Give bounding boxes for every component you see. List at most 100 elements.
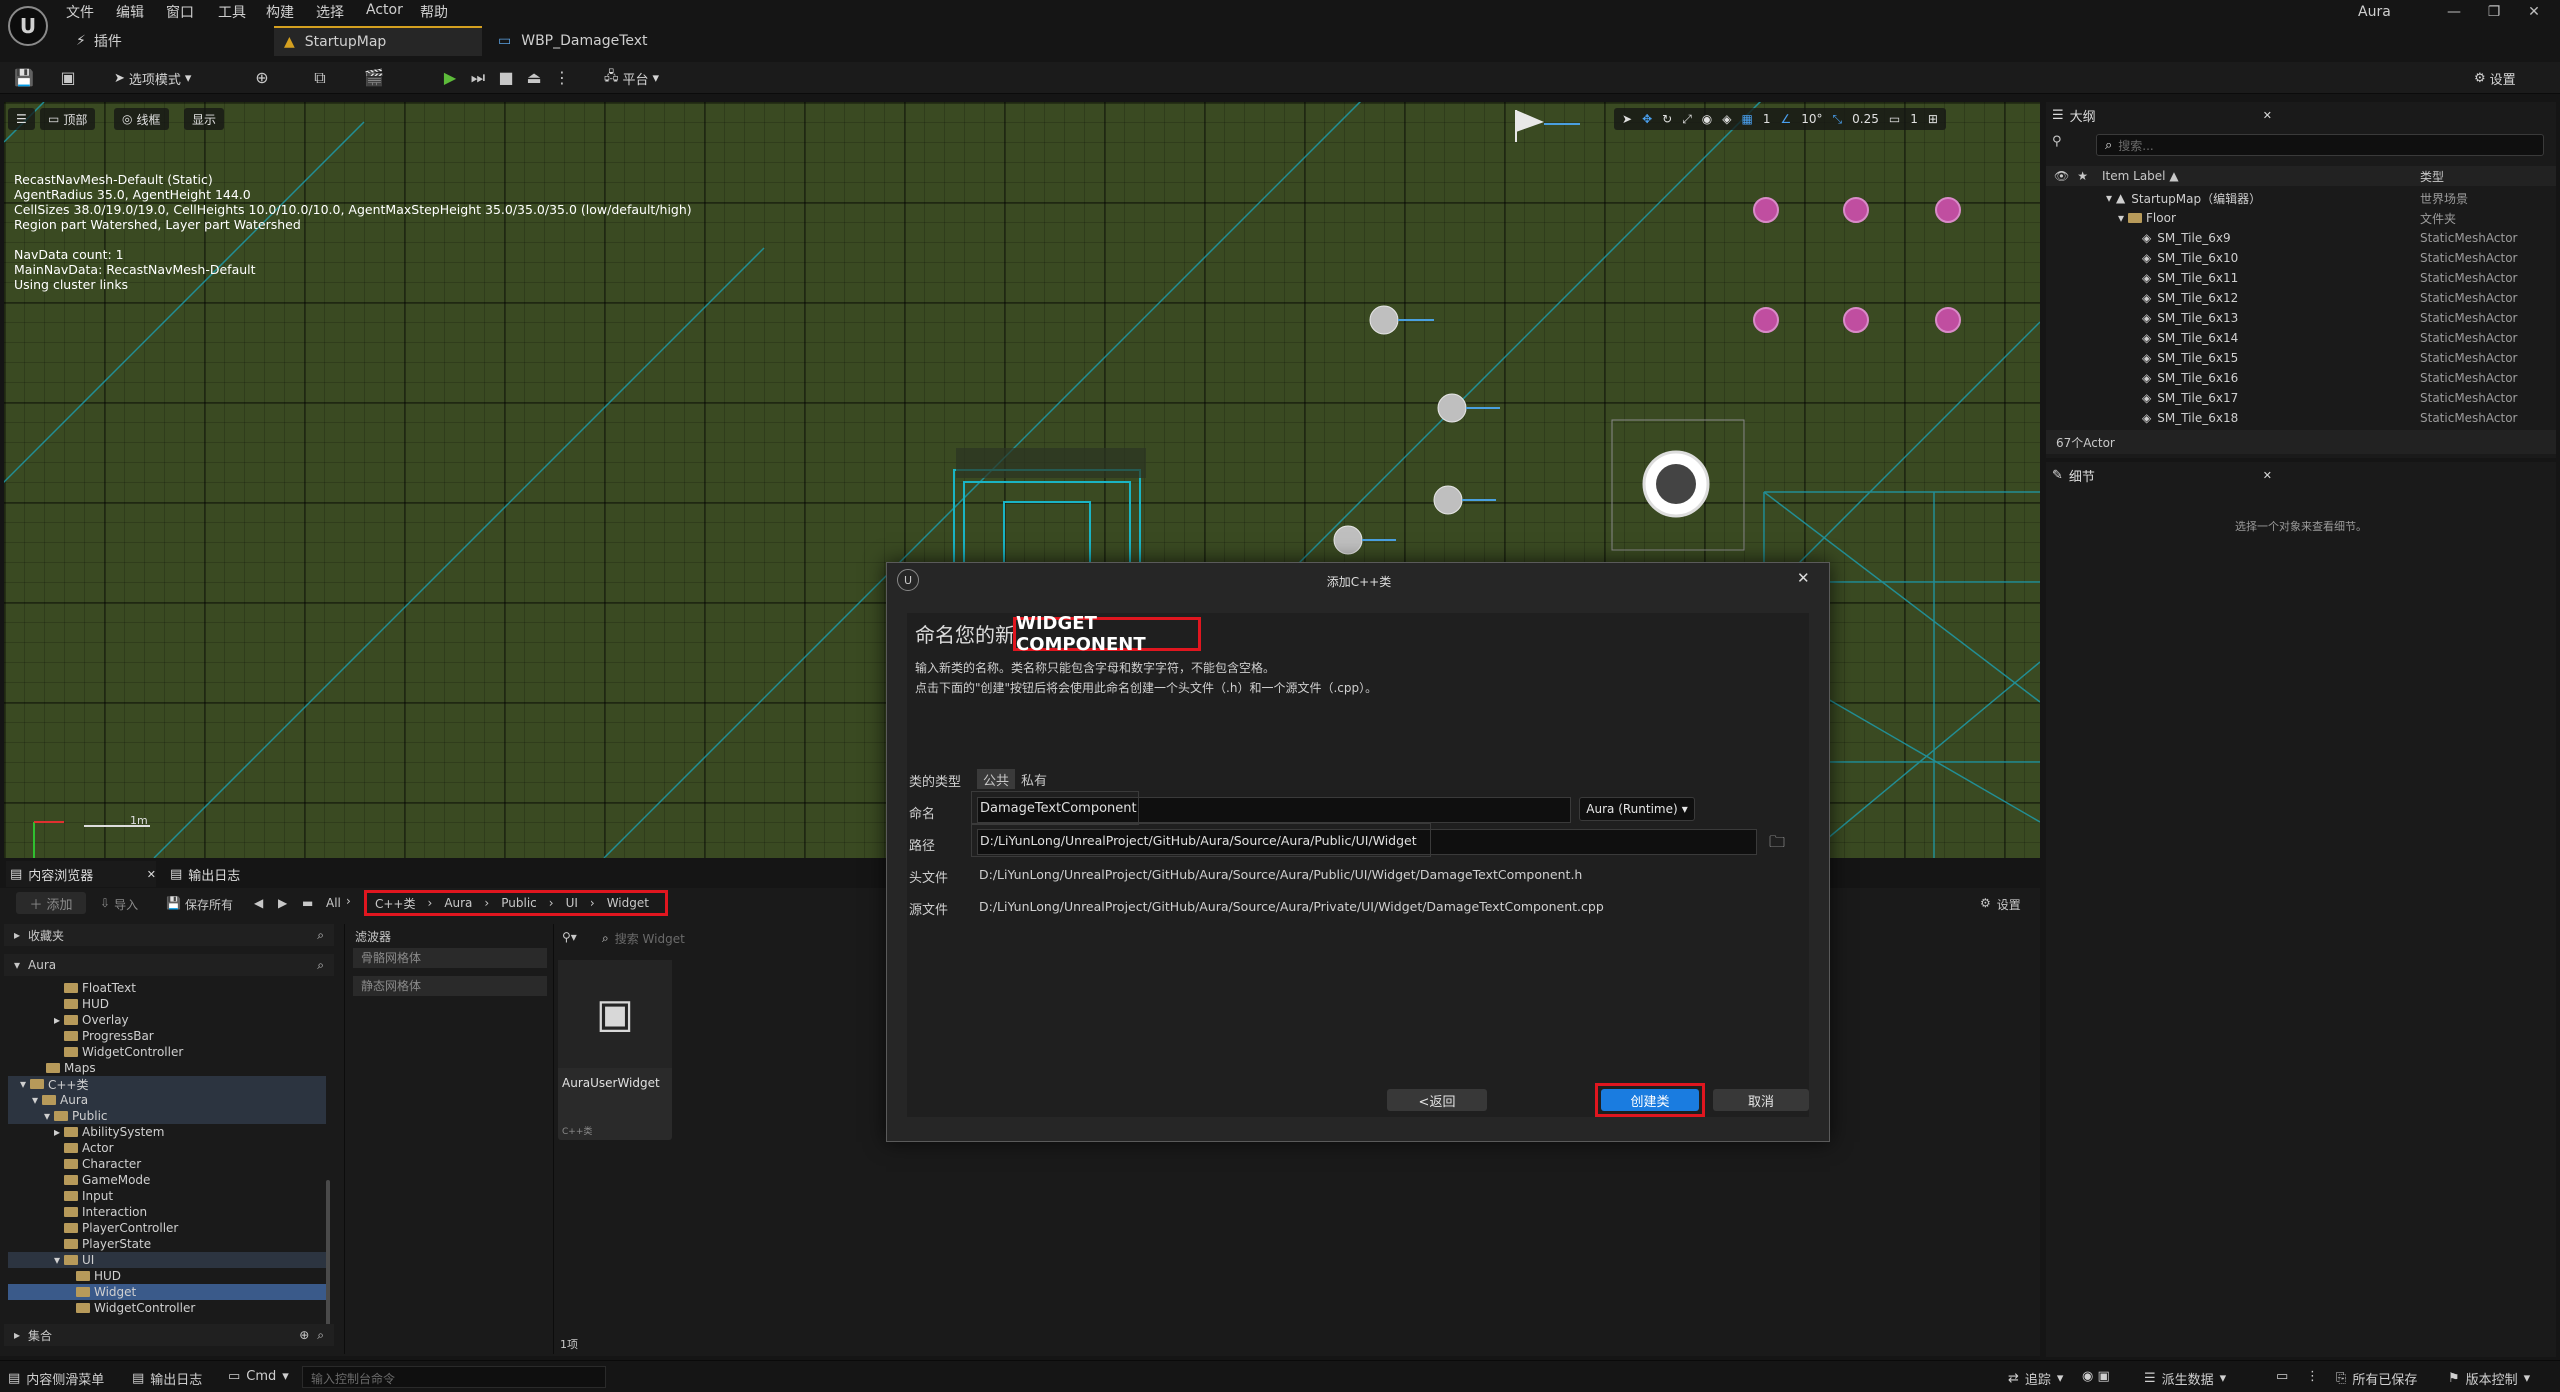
grid-snap-value[interactable]: 1 (1763, 112, 1771, 126)
outliner-search-input[interactable]: ⌕ 搜索... (2096, 134, 2544, 156)
tree-folder[interactable]: FloatText (8, 980, 326, 996)
search-icon[interactable]: ⌕ (317, 1328, 324, 1343)
rotation-snap-icon[interactable]: ∠ (1781, 112, 1792, 126)
outliner-row[interactable]: ◈ SM_Tile_6x9 StaticMeshActor (2046, 228, 2556, 248)
col-type[interactable]: 类型 (2420, 168, 2444, 185)
tree-folder[interactable]: ProgressBar (8, 1028, 326, 1044)
camera-speed-value[interactable]: 1 (1910, 112, 1918, 126)
menu-window[interactable]: 窗口 (166, 2, 194, 22)
world-icon[interactable]: ◉ (1702, 112, 1712, 126)
tab-plugin[interactable]: ⚡ 插件 (66, 26, 266, 56)
content-icon[interactable]: ▣ (58, 68, 78, 88)
select-arrow-icon[interactable]: ➤ (1622, 112, 1632, 126)
asset-search-input[interactable]: ⌕ 搜索 Widget (602, 928, 882, 948)
outliner-row[interactable]: ◈ SM_Tile_6x11 StaticMeshActor (2046, 268, 2556, 288)
breadcrumb-widget[interactable]: Widget (607, 896, 649, 910)
public-option[interactable]: 公共 (977, 769, 1016, 789)
settings-button[interactable]: ⚙ 设置 (2474, 66, 2516, 90)
outliner-row[interactable]: ◈ SM_Tile_6x15 StaticMeshActor (2046, 348, 2556, 368)
tree-folder[interactable]: Interaction (8, 1204, 326, 1220)
aura-root-section[interactable]: ▾ Aura ⌕ (4, 954, 334, 976)
menu-actor[interactable]: Actor (366, 2, 403, 18)
browse-folder-icon[interactable]: 🗀 (1769, 831, 1785, 858)
cancel-button[interactable]: 取消 (1713, 1089, 1809, 1111)
tree-folder[interactable]: Actor (8, 1140, 326, 1156)
restore-button[interactable]: ❐ (2474, 4, 2514, 20)
tab-output-log[interactable]: ▤ 输出日志 (170, 861, 280, 887)
favorites-section[interactable]: ▸ 收藏夹 ⌕ (4, 924, 334, 946)
import-button[interactable]: ⇩ 导入 (100, 896, 138, 913)
tree-folder-cpp[interactable]: ▾ C++类 (8, 1076, 326, 1092)
output-log-button[interactable]: ▤ 输出日志 (132, 1369, 202, 1388)
history-forward-icon[interactable]: ▶ (278, 896, 287, 910)
tree-folder[interactable]: ▸ Overlay (8, 1012, 326, 1028)
console-command-input[interactable]: 输入控制台命令 (302, 1366, 606, 1388)
menu-tools[interactable]: 工具 (218, 2, 246, 22)
outliner-row[interactable]: ◈ SM_Tile_6x13 StaticMeshActor (2046, 308, 2556, 328)
viewport-menu-button[interactable]: ☰ (8, 108, 35, 130)
tree-folder[interactable]: WidgetController (8, 1300, 326, 1316)
outliner-row-folder[interactable]: ▾ Floor 文件夹 (2046, 208, 2556, 228)
trace-button[interactable]: ⇄ 追踪 ▾ (2008, 1369, 2063, 1388)
close-window-button[interactable]: ✕ (2514, 4, 2554, 20)
tree-folder[interactable]: HUD (8, 1268, 326, 1284)
tree-folder-widget-selected[interactable]: Widget (8, 1284, 326, 1300)
all-saved-status[interactable]: ⎘ 所有已保存 (2336, 1369, 2417, 1388)
cmd-select[interactable]: ▭ Cmd ▾ (228, 1369, 289, 1384)
asset-tile[interactable]: ▣ AuraUserWidget C++类 (558, 960, 672, 1140)
blueprint-icon[interactable]: ⧉ (310, 68, 330, 88)
asset-filter-icon[interactable]: ⚲▾ (562, 930, 577, 944)
outliner-row[interactable]: ◈ SM_Tile_6x17 StaticMeshActor (2046, 388, 2556, 408)
tab-details[interactable]: ✎ 细节 ✕ (2052, 462, 2272, 488)
grid-snap-icon[interactable]: ▦ (1742, 112, 1753, 126)
save-all-button[interactable]: 💾 保存所有 (166, 896, 233, 913)
surface-snap-icon[interactable]: ◈ (1722, 112, 1731, 126)
tree-folder[interactable]: Input (8, 1188, 326, 1204)
content-settings-button[interactable]: ⚙ 设置 (1980, 896, 2021, 913)
outliner-row[interactable]: ◈ SM_Tile_6x16 StaticMeshActor (2046, 368, 2556, 388)
col-item-label[interactable]: Item Label ▲ (2102, 169, 2179, 183)
stop-icon[interactable]: ■ (496, 68, 516, 88)
dialog-close-button[interactable]: ✕ (1797, 569, 1810, 587)
close-icon[interactable]: ✕ (2263, 109, 2272, 122)
path-value[interactable]: D:/LiYunLong/UnrealProject/GitHub/Aura/S… (971, 823, 1431, 857)
rotation-snap-value[interactable]: 10° (1801, 112, 1822, 126)
unreal-logo-icon[interactable]: U (8, 6, 48, 46)
tree-folder[interactable]: ▾ Public (8, 1108, 326, 1124)
more-options-icon[interactable]: ⋮ (552, 68, 572, 88)
rotate-icon[interactable]: ↻ (1662, 112, 1672, 126)
step-icon[interactable]: ⏭ (468, 68, 488, 88)
camera-speed-icon[interactable]: ▭ (1889, 112, 1900, 126)
tab-outliner[interactable]: ☰ 大纲 ✕ (2052, 102, 2272, 128)
close-icon[interactable]: ✕ (147, 868, 156, 881)
layout-icon[interactable]: ⊞ (1928, 112, 1938, 126)
visibility-icon[interactable]: 👁 (2054, 169, 2069, 183)
scale-icon[interactable]: ⤢ (1682, 112, 1692, 127)
save-icon[interactable]: 💾 (14, 68, 34, 88)
back-button[interactable]: <返回 (1387, 1089, 1487, 1111)
breadcrumb-public[interactable]: Public (501, 896, 537, 910)
filter-static-mesh[interactable]: 静态网格体 (353, 976, 547, 996)
tree-folder[interactable]: Maps (8, 1060, 326, 1076)
tree-folder[interactable]: ▾ Aura (8, 1092, 326, 1108)
notifications-icon[interactable]: ▭ (2276, 1369, 2288, 1384)
tree-folder-ui[interactable]: ▾ UI (8, 1252, 326, 1268)
tree-scrollbar[interactable] (326, 1180, 330, 1330)
menu-edit[interactable]: 编辑 (116, 2, 144, 22)
menu-build[interactable]: 构建 (266, 2, 294, 22)
tree-folder[interactable]: PlayerController (8, 1220, 326, 1236)
create-class-button[interactable]: 创建类 (1601, 1089, 1699, 1111)
show-button[interactable]: 显示 (184, 108, 225, 130)
outliner-row[interactable]: ◈ SM_Tile_6x12 StaticMeshActor (2046, 288, 2556, 308)
scale-snap-icon[interactable]: ⤡ (1833, 112, 1843, 127)
more-icon[interactable]: ⋮ (2306, 1369, 2319, 1384)
outliner-row[interactable]: ◈ SM_Tile_6x14 StaticMeshActor (2046, 328, 2556, 348)
view-mode-button[interactable]: ◎ 线框 (114, 108, 169, 130)
outliner-row-world[interactable]: ▾ ▲ StartupMap（编辑器） 世界场景 (2046, 188, 2556, 208)
menu-file[interactable]: 文件 (66, 2, 94, 22)
tab-startupmap[interactable]: ▲ StartupMap (274, 26, 482, 56)
select-mode-button[interactable]: ➤ 选项模式 ▾ (114, 66, 191, 90)
breadcrumb-ui[interactable]: UI (566, 896, 578, 910)
star-icon[interactable]: ★ (2077, 169, 2088, 183)
cinematics-icon[interactable]: 🎬 (364, 68, 384, 88)
